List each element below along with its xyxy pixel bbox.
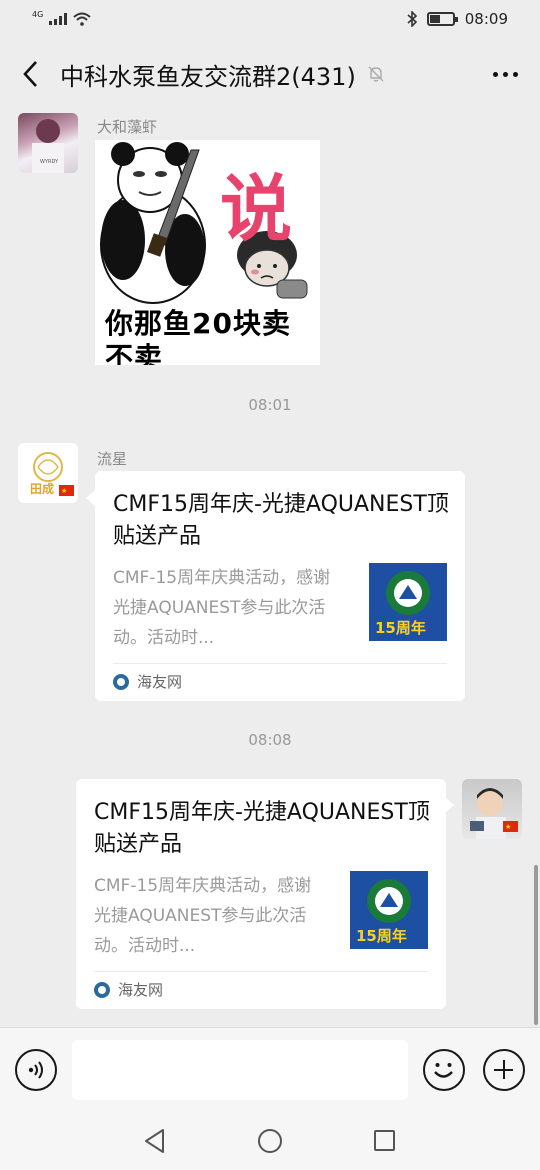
sticker-message[interactable]: 说 你那鱼20块卖 不卖: [95, 140, 320, 365]
emoji-icon: [434, 1063, 453, 1078]
card-description: CMF-15周年庆典活动，感谢光捷AQUANEST参与此次活动。活动时...: [94, 876, 312, 956]
card-source: 海友网: [94, 979, 163, 1000]
signal-icon: [49, 13, 68, 25]
nav-back-icon[interactable]: [143, 1128, 167, 1154]
sender-name: 大和藻虾: [97, 118, 158, 136]
card-title: CMF15周年庆-光捷AQUANEST顶贴送产品: [94, 800, 430, 857]
sticker-caption-line2: 不卖: [105, 341, 164, 365]
card-source: 海友网: [113, 671, 182, 692]
wifi-icon: [73, 12, 91, 26]
chevron-left-icon: [23, 61, 37, 87]
system-nav-bar: [0, 1112, 540, 1170]
svg-text:★: ★: [505, 823, 511, 831]
card-thumbnail: 15周年: [350, 871, 428, 949]
scrollbar[interactable]: [534, 865, 538, 1025]
card-thumb-text: 15周年: [375, 619, 426, 637]
plus-button[interactable]: [483, 1049, 525, 1091]
battery-fill: [429, 15, 440, 23]
anniversary-logo-icon: 15周年: [350, 871, 428, 949]
battery-icon: [426, 12, 458, 26]
avatar[interactable]: ★: [462, 779, 522, 839]
voice-button[interactable]: [15, 1049, 57, 1091]
svg-text:WYRDY: WYRDY: [40, 159, 59, 165]
more-button[interactable]: [470, 38, 540, 110]
timestamp: 08:01: [248, 396, 292, 414]
sender-name: 流星: [97, 450, 128, 468]
status-time: 08:09: [464, 10, 508, 28]
anniversary-logo-icon: 15周年: [369, 563, 447, 641]
status-left: 4G: [32, 9, 91, 26]
chat-title: 中科水泵鱼友交流群2(431): [60, 62, 356, 91]
card-thumbnail: 15周年: [369, 563, 447, 641]
network-type-label: 4G: [32, 9, 44, 19]
sticker-big-char: 说: [220, 166, 293, 251]
back-button[interactable]: [0, 38, 60, 110]
input-bar: [0, 1027, 540, 1112]
bubble-tail: [86, 490, 95, 506]
card-divider: [113, 663, 447, 664]
voice-icon: [28, 1061, 43, 1079]
avatar-logo: 田成 ★: [30, 452, 74, 496]
svg-text:★: ★: [61, 487, 67, 495]
bell-off-icon: [368, 66, 384, 82]
avatar[interactable]: 田成 ★: [18, 443, 78, 503]
chat-message-list[interactable]: WYRDY 大和藻虾 说 你那鱼20块卖 不卖 08:01 田成 ★ 流星 CM…: [0, 110, 540, 1027]
avatar[interactable]: WYRDY: [18, 113, 78, 173]
link-card[interactable]: CMF15周年庆-光捷AQUANEST顶贴送产品 CMF-15周年庆典活动，感谢…: [95, 471, 465, 701]
avatar-photo: ★: [470, 788, 518, 839]
message-input[interactable]: [72, 1040, 408, 1100]
bubble-tail: [445, 797, 454, 813]
card-source-name: 海友网: [118, 981, 164, 999]
avatar-photo: WYRDY: [32, 119, 64, 173]
bluetooth-icon: [407, 11, 417, 27]
source-globe-icon: [94, 981, 110, 998]
link-card[interactable]: CMF15周年庆-光捷AQUANEST顶贴送产品 CMF-15周年庆典活动，感谢…: [76, 779, 446, 1009]
more-dots-icon: [492, 71, 498, 77]
status-bar: 4G 08:09: [0, 0, 540, 38]
card-thumb-text: 15周年: [356, 927, 407, 945]
svg-text:田成: 田成: [30, 481, 54, 496]
nav-recent-icon[interactable]: [374, 1130, 395, 1151]
status-right: 08:09: [407, 10, 508, 28]
timestamp: 08:08: [248, 731, 292, 749]
emoji-button[interactable]: [423, 1049, 465, 1091]
card-description: CMF-15周年庆典活动，感谢光捷AQUANEST参与此次活动。活动时...: [113, 568, 331, 648]
nav-home-icon[interactable]: [258, 1129, 282, 1153]
source-globe-icon: [113, 673, 129, 690]
chat-header: 中科水泵鱼友交流群2(431): [0, 38, 540, 110]
card-title: CMF15周年庆-光捷AQUANEST顶贴送产品: [113, 492, 449, 549]
card-source-name: 海友网: [137, 673, 183, 691]
card-divider: [94, 971, 428, 972]
